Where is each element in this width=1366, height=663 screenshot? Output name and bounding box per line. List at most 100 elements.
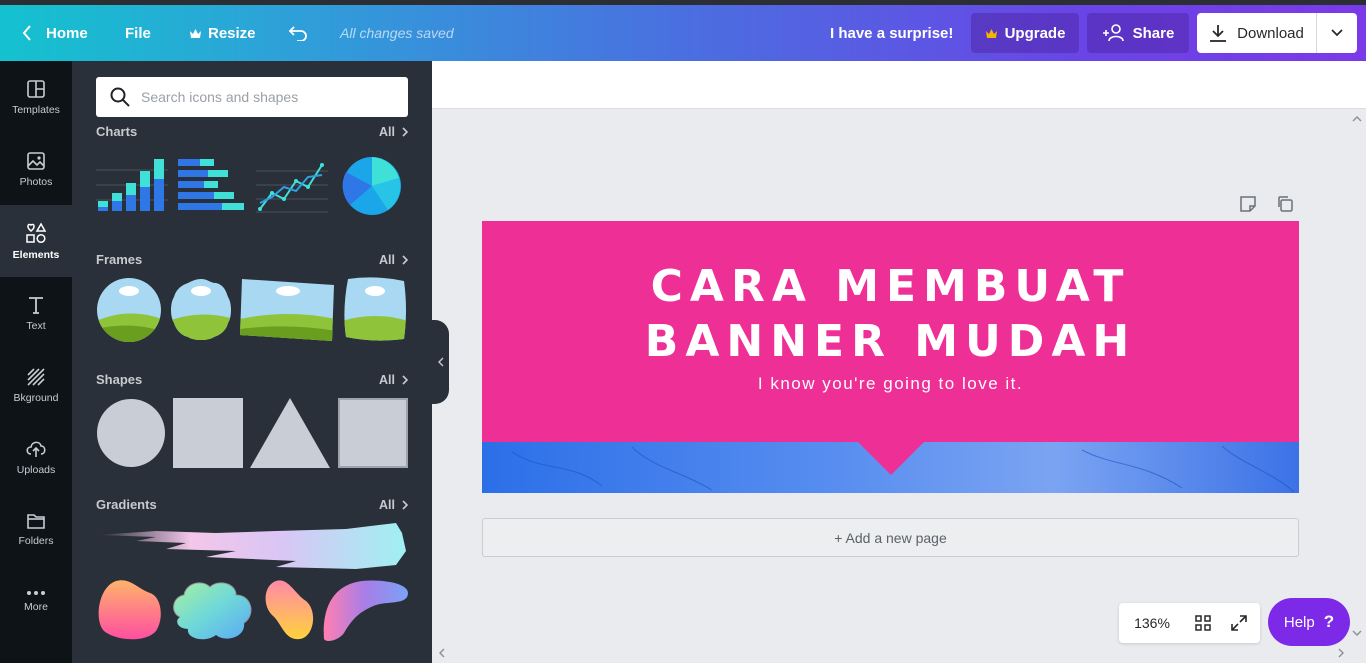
question-mark-icon: ?	[1323, 612, 1335, 631]
undo-button[interactable]	[288, 5, 308, 61]
square-shape-element[interactable]	[173, 398, 243, 468]
nav-item-uploads[interactable]: Uploads	[0, 421, 72, 493]
nav-label: Templates	[12, 103, 60, 116]
nav-label: Uploads	[16, 463, 56, 476]
banner-title-line1[interactable]: CARA MEMBUAT	[482, 261, 1299, 312]
scroll-left-arrow-icon[interactable]	[437, 648, 447, 658]
left-nav: Templates Photos Elements Text Bkground …	[0, 61, 72, 663]
download-icon	[1210, 25, 1227, 42]
section-title: Charts	[96, 124, 138, 139]
nav-item-photos[interactable]: Photos	[0, 133, 72, 205]
help-label: Help	[1283, 613, 1315, 631]
download-button-group: Download	[1197, 13, 1357, 53]
nav-label: Bkground	[13, 391, 59, 404]
nav-label: Folders	[18, 534, 54, 547]
pie-chart-element[interactable]	[342, 156, 402, 216]
see-all-label: All	[379, 124, 395, 139]
download-button[interactable]: Download	[1197, 13, 1317, 53]
text-icon	[29, 296, 43, 314]
scalloped-frame-element[interactable]	[168, 277, 234, 343]
blob-gradient-element-orange[interactable]	[96, 579, 162, 641]
nav-label: Elements	[12, 248, 60, 261]
download-options-button[interactable]	[1317, 13, 1357, 53]
photos-icon	[27, 151, 45, 170]
chevron-left-icon	[22, 25, 31, 41]
scroll-up-arrow-icon[interactable]	[1352, 114, 1362, 124]
nav-item-elements[interactable]: Elements	[0, 205, 72, 277]
section-header-frames: Frames All	[96, 252, 408, 267]
collapse-panel-button[interactable]	[432, 320, 449, 404]
banner-subtitle[interactable]: I know you're going to love it.	[482, 374, 1299, 394]
notes-icon[interactable]	[1239, 195, 1259, 213]
see-all-shapes-link[interactable]: All	[379, 373, 408, 387]
file-menu[interactable]: File	[125, 5, 151, 61]
uploads-icon	[26, 441, 46, 457]
background-icon	[27, 367, 45, 386]
horizontal-bar-chart-element[interactable]	[178, 159, 246, 211]
nav-label: Photos	[19, 175, 53, 188]
banner-title-line2[interactable]: BANNER MUDAH	[482, 316, 1299, 367]
cloud-gradient-element[interactable]	[166, 577, 258, 643]
nav-item-folders[interactable]: Folders	[0, 493, 72, 565]
circle-frame-element[interactable]	[96, 277, 162, 343]
section-title: Gradients	[96, 497, 157, 512]
tilted-frame-element[interactable]	[240, 279, 336, 341]
nav-item-more[interactable]: More	[0, 565, 72, 637]
duplicate-page-icon[interactable]	[1276, 195, 1294, 213]
search-input[interactable]	[141, 89, 391, 105]
see-all-charts-link[interactable]: All	[379, 125, 408, 139]
see-all-label: All	[379, 497, 395, 512]
add-user-icon	[1102, 24, 1124, 42]
download-label: Download	[1237, 24, 1304, 42]
see-all-gradients-link[interactable]: All	[379, 498, 408, 512]
resize-button[interactable]: Resize	[189, 5, 256, 61]
brush-stroke-gradient-element[interactable]	[96, 521, 408, 573]
zoom-level[interactable]: 136%	[1119, 615, 1185, 631]
banner-notch	[858, 442, 924, 475]
search-box	[96, 77, 408, 117]
home-label: Home	[46, 24, 88, 42]
file-label: File	[125, 24, 151, 42]
rounded-frame-element[interactable]	[342, 277, 408, 343]
nav-item-background[interactable]: Bkground	[0, 349, 72, 421]
grid-view-button[interactable]	[1185, 614, 1221, 632]
blob-gradient-element-yellow[interactable]	[264, 579, 316, 641]
chevron-right-icon	[402, 126, 408, 137]
crown-icon	[985, 28, 997, 38]
upgrade-button[interactable]: Upgrade	[971, 13, 1079, 53]
resize-label: Resize	[208, 24, 256, 42]
line-chart-element[interactable]	[256, 157, 328, 213]
nav-item-templates[interactable]: Templates	[0, 61, 72, 133]
nav-item-text[interactable]: Text	[0, 277, 72, 349]
scroll-down-arrow-icon[interactable]	[1352, 628, 1362, 638]
chevron-left-icon	[437, 357, 443, 367]
circle-shape-element[interactable]	[96, 398, 166, 468]
design-page[interactable]: CARA MEMBUAT BANNER MUDAH I know you're …	[482, 221, 1299, 493]
section-title: Shapes	[96, 372, 143, 387]
nav-label: Text	[26, 319, 46, 332]
triangle-shape-element[interactable]	[250, 398, 330, 468]
undo-icon	[288, 26, 307, 41]
wave-gradient-element[interactable]	[322, 579, 410, 641]
see-all-frames-link[interactable]: All	[379, 253, 408, 267]
section-header-shapes: Shapes All	[96, 372, 408, 387]
upgrade-label: Upgrade	[1004, 24, 1066, 42]
scroll-right-arrow-icon[interactable]	[1336, 648, 1346, 658]
section-title: Frames	[96, 252, 143, 267]
search-icon	[110, 87, 130, 107]
chevron-down-icon	[1331, 29, 1343, 37]
expand-icon	[1231, 615, 1247, 631]
chevron-right-icon	[402, 499, 408, 510]
bar-chart-element[interactable]	[96, 155, 168, 215]
surprise-link[interactable]: I have a surprise!	[830, 5, 953, 61]
editor-toolbar-area	[432, 61, 1366, 109]
add-new-page-button[interactable]: + Add a new page	[482, 518, 1299, 557]
fullscreen-button[interactable]	[1221, 614, 1257, 632]
help-button[interactable]: Help ?	[1268, 598, 1350, 646]
share-label: Share	[1132, 24, 1175, 42]
outlined-square-shape-element[interactable]	[338, 398, 408, 468]
home-button[interactable]: Home	[22, 5, 88, 61]
chevron-right-icon	[402, 254, 408, 265]
crown-icon	[190, 28, 201, 38]
share-button[interactable]: Share	[1087, 13, 1189, 53]
